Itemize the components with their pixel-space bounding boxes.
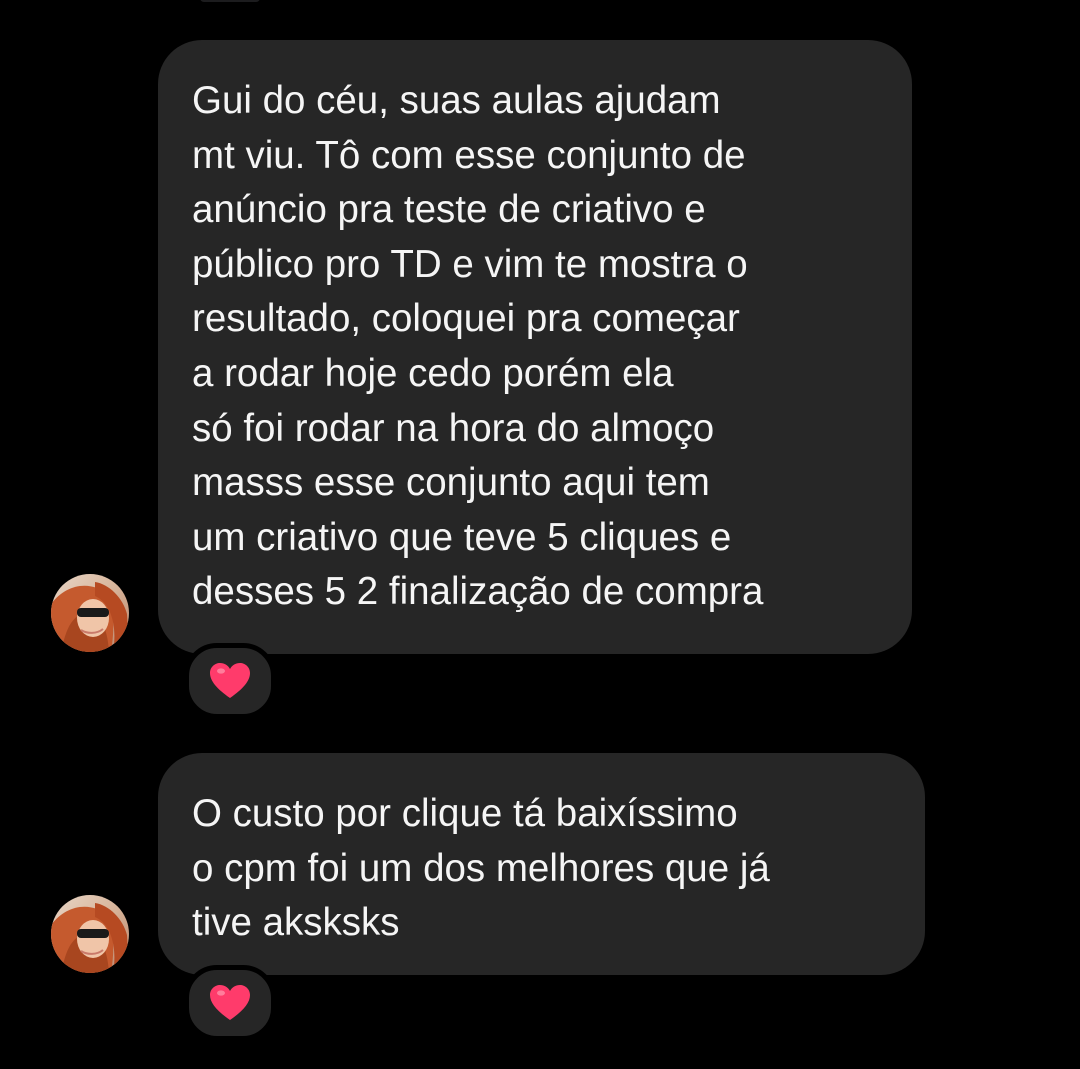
message-bubble[interactable]: Gui do céu, suas aulas ajudam mt viu. Tô… xyxy=(158,40,912,654)
message-line: Gui do céu, suas aulas ajudam xyxy=(192,79,721,122)
avatar-photo xyxy=(51,895,129,973)
message-line: O custo por clique tá baixíssimo xyxy=(192,792,738,835)
message-line: anúncio pra teste de criativo e xyxy=(192,188,706,232)
heart-icon xyxy=(210,985,250,1020)
heart-icon xyxy=(210,663,250,698)
message-line: mt viu. Tô com esse conjunto de xyxy=(192,133,746,177)
reaction-pill[interactable] xyxy=(184,643,276,719)
message-line: o cpm foi um dos melhores que já xyxy=(192,846,770,890)
message-line: desses 5 2 finalização de compra xyxy=(192,570,764,614)
message-line: tive aksksks xyxy=(192,901,400,945)
message-line: resultado, coloquei pra começar xyxy=(192,297,740,341)
message-line: um criativo que teve 5 cliques e xyxy=(192,515,732,559)
message-line: a rodar hoje cedo porém ela xyxy=(192,351,674,395)
previous-message-edge xyxy=(200,0,260,2)
contact-avatar[interactable] xyxy=(51,574,129,652)
message-bubble[interactable]: O custo por clique tá baixíssimo o cpm f… xyxy=(158,753,925,975)
message-line: só foi rodar na hora do almoço xyxy=(192,406,715,450)
reaction-pill[interactable] xyxy=(184,965,276,1041)
message-line: masss esse conjunto aqui tem xyxy=(192,461,710,505)
contact-avatar[interactable] xyxy=(51,895,129,973)
avatar-photo xyxy=(51,574,129,652)
message-line: público pro TD e vim te mostra o xyxy=(192,242,748,286)
